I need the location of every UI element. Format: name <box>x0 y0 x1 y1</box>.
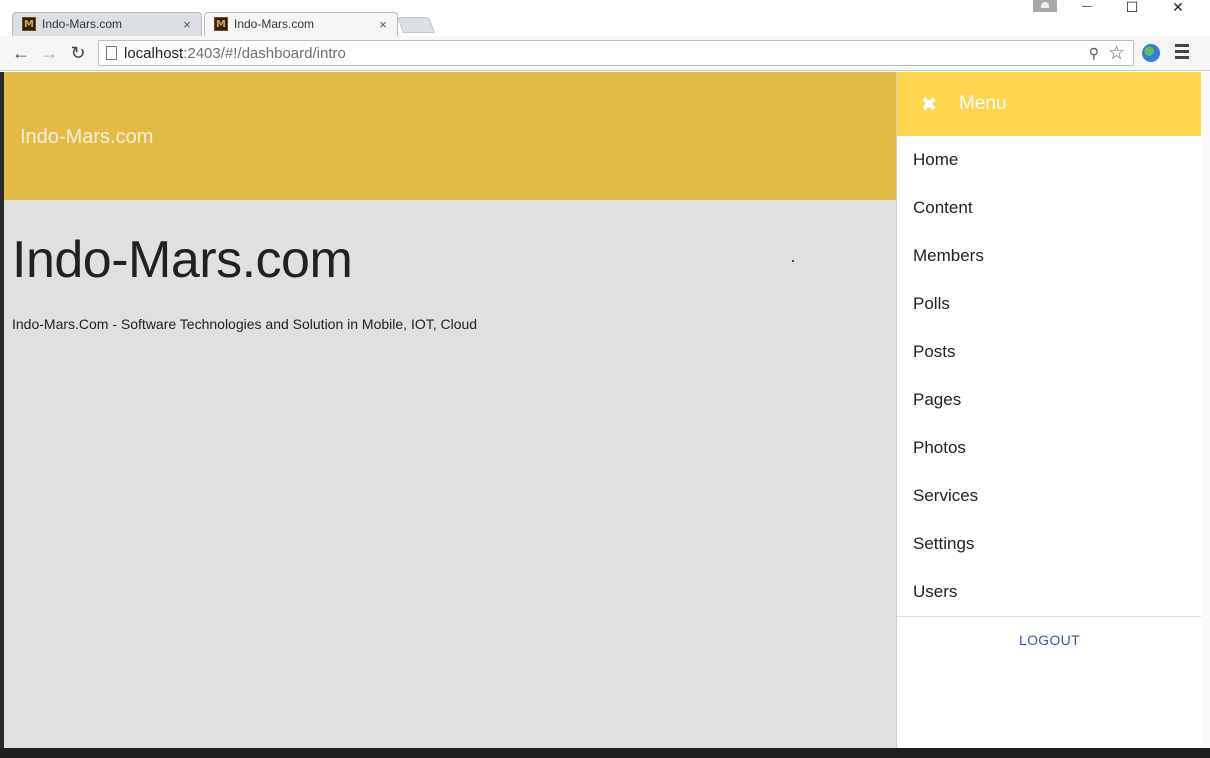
browser-tab-2[interactable]: M Indo-Mars.com × <box>204 12 398 36</box>
browser-titlebar: M Indo-Mars.com × M Indo-Mars.com × — ☐ … <box>0 0 1210 36</box>
menu-item-home[interactable]: Home <box>897 136 1201 184</box>
url-host: localhost <box>124 45 184 62</box>
extension-globe-icon[interactable] <box>1142 44 1160 62</box>
taskbar-edge <box>0 748 1210 758</box>
menu-item-pages[interactable]: Pages <box>897 376 1201 424</box>
side-menu: ✖ Menu Home Content Members Polls Posts … <box>896 72 1201 748</box>
app-header: Indo-Mars.com <box>4 72 896 200</box>
close-window-button[interactable]: ✕ <box>1163 0 1193 14</box>
maximize-button[interactable]: ☐ <box>1117 0 1147 14</box>
star-icon[interactable]: ☆ <box>1108 42 1125 65</box>
menu-item-posts[interactable]: Posts <box>897 328 1201 376</box>
back-arrow-icon[interactable]: ← <box>10 43 32 63</box>
profile-icon[interactable] <box>1033 0 1057 12</box>
menu-item-polls[interactable]: Polls <box>897 280 1201 328</box>
browser-toolbar: ← → ↻ localhost:2403/#!/dashboard/intro … <box>0 36 1210 71</box>
menu-item-content[interactable]: Content <box>897 184 1201 232</box>
new-tab-button[interactable] <box>397 17 435 33</box>
url-text[interactable]: localhost:2403/#!/dashboard/intro <box>124 45 346 62</box>
browser-tab-1[interactable]: M Indo-Mars.com × <box>12 12 202 36</box>
menu-item-members[interactable]: Members <box>897 232 1201 280</box>
forward-arrow-icon[interactable]: → <box>38 43 60 63</box>
url-path: :2403/#!/dashboard/intro <box>183 45 346 62</box>
menu-title: Menu <box>959 93 1007 114</box>
page-viewport: Indo-Mars.com Indo-Mars.com Indo-Mars.Co… <box>4 72 1201 748</box>
hamburger-menu-icon[interactable] <box>1175 44 1189 60</box>
page-icon <box>106 46 117 60</box>
app-header-title[interactable]: Indo-Mars.com <box>20 126 153 149</box>
logout-button[interactable]: LOGOUT <box>897 632 1201 648</box>
favicon-m-icon: M <box>214 17 228 31</box>
menu-item-settings[interactable]: Settings <box>897 520 1201 568</box>
background-window-edge <box>1201 72 1210 758</box>
close-icon[interactable]: ✖ <box>919 92 939 116</box>
minimize-button[interactable]: — <box>1072 0 1102 14</box>
menu-item-users[interactable]: Users <box>897 568 1201 616</box>
tab-title: Indo-Mars.com <box>42 17 123 31</box>
close-tab-icon[interactable]: × <box>376 17 390 32</box>
menu-item-photos[interactable]: Photos <box>897 424 1201 472</box>
favicon-m-icon: M <box>22 17 36 31</box>
key-icon[interactable]: ⚲ <box>1089 45 1099 62</box>
page-title: Indo-Mars.com <box>12 231 353 289</box>
page-subtitle: Indo-Mars.Com - Software Technologies an… <box>12 316 478 332</box>
side-menu-header: ✖ Menu <box>897 72 1201 136</box>
menu-list: Home Content Members Polls Posts Pages P… <box>897 136 1201 616</box>
menu-item-services[interactable]: Services <box>897 472 1201 520</box>
tab-title: Indo-Mars.com <box>234 17 315 31</box>
close-tab-icon[interactable]: × <box>180 17 194 32</box>
menu-divider <box>897 616 1201 617</box>
address-bar[interactable]: localhost:2403/#!/dashboard/intro ⚲ ☆ <box>98 40 1134 66</box>
decorative-dot <box>792 260 794 262</box>
reload-icon[interactable]: ↻ <box>67 43 89 63</box>
